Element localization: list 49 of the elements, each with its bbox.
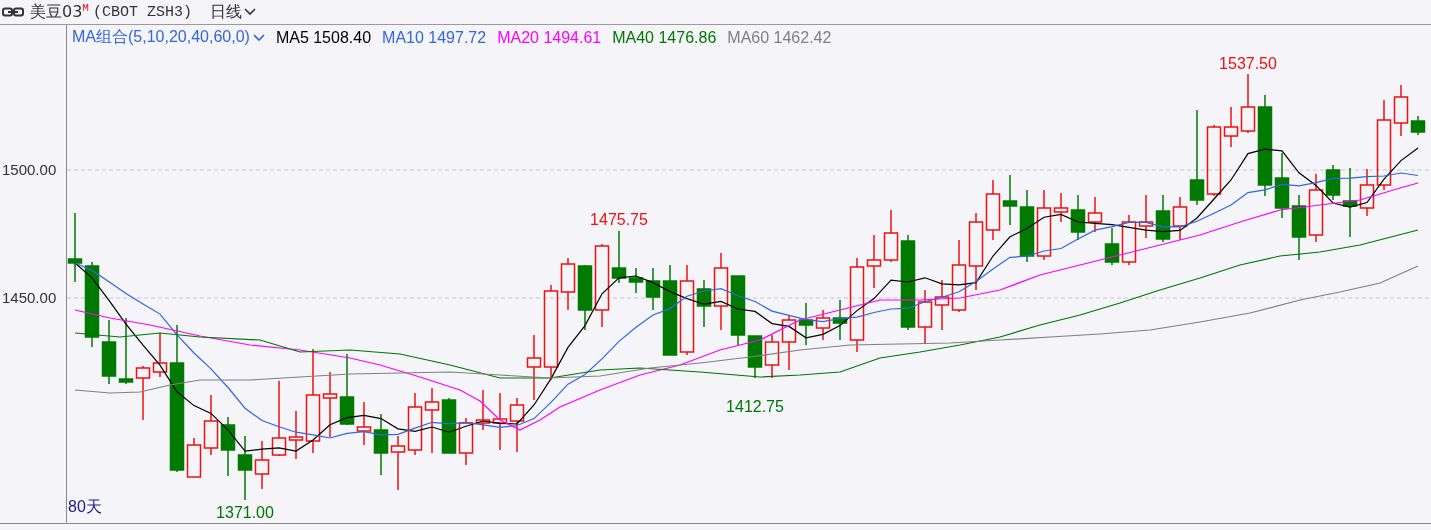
candlestick (220, 416, 236, 477)
candlestick (237, 435, 253, 501)
candlestick (475, 389, 491, 431)
candlestick (985, 179, 1001, 241)
candlestick (492, 392, 508, 451)
candlestick (118, 317, 134, 385)
price-label: 1475.75 (590, 211, 648, 228)
legend-item: MA5 1508.40 (275, 28, 372, 47)
price-label: 1371.00 (216, 504, 274, 521)
legend-item: MA10 1497.72 (382, 28, 487, 47)
candlestick (1155, 194, 1171, 243)
candlestick (424, 387, 440, 454)
symbol-name: 美豆03 (30, 1, 83, 23)
caret-icon (244, 8, 256, 16)
range-label: 80天 (68, 497, 102, 517)
contract-mark: M (82, 2, 89, 14)
candlestick (390, 435, 406, 491)
candlestick (101, 319, 117, 385)
candlestick (781, 315, 797, 371)
price-label: 1412.75 (726, 398, 784, 415)
candlestick (1104, 227, 1120, 266)
caret-icon (252, 33, 265, 42)
candlestick (934, 279, 950, 331)
candlestick (815, 309, 831, 341)
candlestick (1291, 194, 1307, 261)
candlestick (1121, 214, 1137, 266)
price-label: 1537.50 (1219, 55, 1277, 72)
candlestick (1087, 196, 1103, 233)
candlestick (441, 397, 457, 454)
candlestick (1138, 194, 1154, 239)
indicator-dropdown[interactable]: MA组合(5,10,20,40,60,0) (72, 27, 265, 48)
legend-item: MA20 1494.61 (497, 28, 602, 47)
candlestick (1002, 174, 1018, 226)
candlestick (577, 264, 593, 331)
candlestick (509, 397, 525, 453)
candlestick (798, 302, 814, 346)
contract-code: (CBOT ZSH3) (92, 3, 192, 21)
candlestick (407, 392, 423, 456)
candlestick (764, 334, 780, 379)
candlestick (373, 413, 389, 476)
candlestick (458, 417, 474, 466)
period-dropdown[interactable]: 日线 (208, 1, 258, 23)
legend-item: MA60 1462.42 (727, 28, 832, 47)
axis-label: 1500.00 (2, 161, 57, 178)
candlestick (135, 365, 151, 421)
axis-label: 1450.00 (2, 289, 57, 306)
candlestick (67, 212, 83, 283)
legend-item: MA40 1476.86 (612, 28, 717, 47)
link-icon[interactable] (2, 7, 24, 17)
